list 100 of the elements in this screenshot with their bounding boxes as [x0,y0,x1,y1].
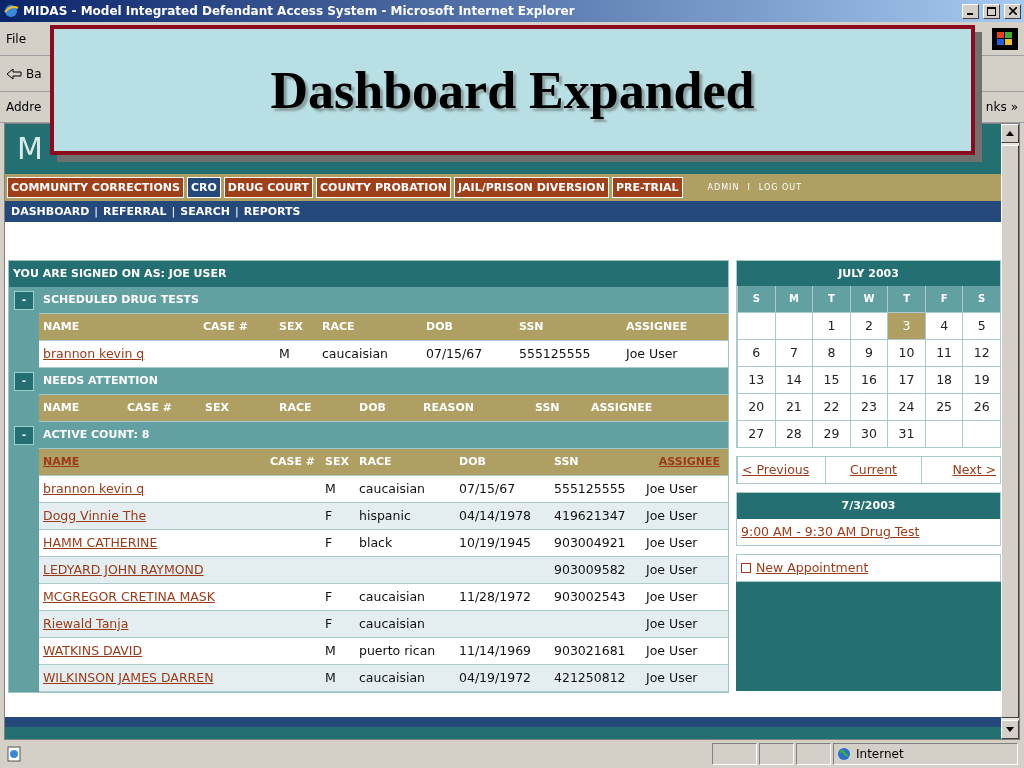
calendar-day[interactable]: 20 [737,392,775,420]
page-icon [6,746,22,762]
window-title: MIDAS - Model Integrated Defendant Access System - Microsoft Internet Explorer [23,4,576,18]
calendar-day[interactable]: 24 [887,392,925,420]
defendant-link[interactable]: LEDYARD JOHN RAYMOND [39,562,261,578]
collapse-button[interactable]: - [14,425,34,445]
calendar-day[interactable]: 26 [962,392,1000,420]
nav-link[interactable]: SEARCH [180,204,230,218]
address-label: Addre [6,100,42,114]
table-cell-text: 11/28/1972 [458,589,533,605]
calendar-day[interactable]: 12 [962,338,1000,366]
calendar-day[interactable]: 1 [812,311,850,339]
table-cell-text: Joe User [644,616,699,632]
calendar-day[interactable]: 19 [962,365,1000,393]
calendar-day[interactable]: 6 [737,338,775,366]
program-tab[interactable]: CRO [186,176,221,198]
column-header: CASE # [126,401,174,415]
table-cell-text: caucaisian [358,481,427,497]
column-header: NAME [42,401,81,415]
globe-icon [837,747,851,761]
weekday-label: T [812,285,850,312]
calendar-day[interactable]: 27 [737,419,775,447]
table-cell-text: M [324,670,337,686]
table-cell-text: 419621347 [553,508,627,524]
nav-link[interactable]: REFERRAL [103,204,167,218]
program-tab[interactable]: COMMUNITY CORRECTIONS [7,176,184,198]
column-header: RACE [321,320,356,334]
table-cell-text: Joe User [624,346,679,362]
program-tab[interactable]: DRUG COURT [223,176,313,198]
checkbox-icon [741,562,751,573]
defendant-link[interactable]: brannon kevin q [39,346,199,362]
scrollbar[interactable] [1001,124,1019,739]
close-button[interactable] [1004,3,1021,19]
nav-link[interactable]: DASHBOARD [11,204,90,218]
defendant-link[interactable]: WATKINS DAVID [39,643,261,659]
collapse-button[interactable]: - [14,371,34,391]
calendar-day[interactable]: 15 [812,365,850,393]
column-header: RACE [278,401,313,415]
table-cell-text: F [324,616,334,632]
weekday-label: S [962,285,1000,312]
close-icon [1008,7,1017,15]
calendar-day[interactable]: 29 [812,419,850,447]
table-cell-text: 04/19/1972 [458,670,533,686]
table-cell-text: F [324,508,334,524]
program-tab[interactable]: JAIL/PRISON DIVERSION [453,176,609,198]
table-cell-text: Joe User [644,481,699,497]
calendar-day[interactable]: 17 [887,365,925,393]
back-arrow-icon[interactable] [6,67,22,80]
defendant-link[interactable]: MCGREGOR CRETINA MASK [39,589,261,605]
calendar-day[interactable]: 13 [737,365,775,393]
table-cell-text: caucaisian [358,589,427,605]
defendant-link[interactable]: Riewald Tanja [39,616,261,632]
appointment-link[interactable]: 9:00 AM - 9:30 AM Drug Test [737,518,1000,545]
calendar-day[interactable]: 10 [887,338,925,366]
minimize-button[interactable] [962,3,979,19]
separator: | [234,204,239,218]
defendant-link[interactable]: WILKINSON JAMES DARREN [39,670,261,686]
column-header: DOB [458,455,487,469]
maximize-button[interactable] [983,3,1000,19]
table-cell-text: 903021681 [553,643,627,659]
column-header: CASE # [268,455,316,469]
back-button-label[interactable]: Ba [26,66,42,81]
weekday-label: T [887,285,925,312]
table-cell-text: 903002543 [553,589,627,605]
calendar-nav-link[interactable]: Current [825,456,921,483]
nav-link[interactable]: REPORTS [243,204,301,218]
column-header: NAME [42,320,81,334]
program-tab[interactable]: COUNTY PROBATION [316,176,451,198]
table-cell-text: puerto rican [358,643,437,659]
defendant-link[interactable]: HAMM CATHERINE [39,535,261,551]
more-links-chevron[interactable]: » [1010,100,1018,114]
calendar-day[interactable]: 5 [962,311,1000,339]
column-header: ASSIGNEE [625,320,689,334]
scroll-down-icon[interactable] [1006,727,1014,732]
defendant-link[interactable]: brannon kevin q [39,481,261,497]
maximize-icon [987,6,996,16]
calendar-day[interactable]: 8 [812,338,850,366]
table-cell-text: Joe User [644,508,699,524]
table-cell-text: caucaisian [358,670,427,686]
zone-label: Internet [856,747,904,761]
table-cell-text: M [324,643,337,659]
defendant-link[interactable]: Dogg Vinnie The [39,508,261,524]
column-header: ASSIGNEE [590,401,654,415]
column-header: DOB [358,401,387,415]
status-pane [712,743,757,765]
table-cell-text: hispanic [358,508,412,524]
links-label[interactable]: nks [985,100,1007,114]
collapse-button[interactable]: - [14,290,34,310]
calendar-day[interactable]: 22 [812,392,850,420]
scroll-up-icon[interactable] [1006,131,1014,136]
column-header: CASE # [202,320,250,334]
menu-item[interactable]: File [6,31,27,46]
calendar-nav-link[interactable]: < Previous [737,456,825,483]
calendar-day[interactable]: 31 [887,419,925,447]
separator: I [747,182,751,192]
calendar-nav-link[interactable]: Next > [921,456,1000,483]
site-title: M [17,131,43,167]
new-appointment-link[interactable]: New Appointment [736,553,1001,582]
table-cell-text: Joe User [644,535,699,551]
program-tab[interactable]: PRE-TRIAL [611,176,683,198]
